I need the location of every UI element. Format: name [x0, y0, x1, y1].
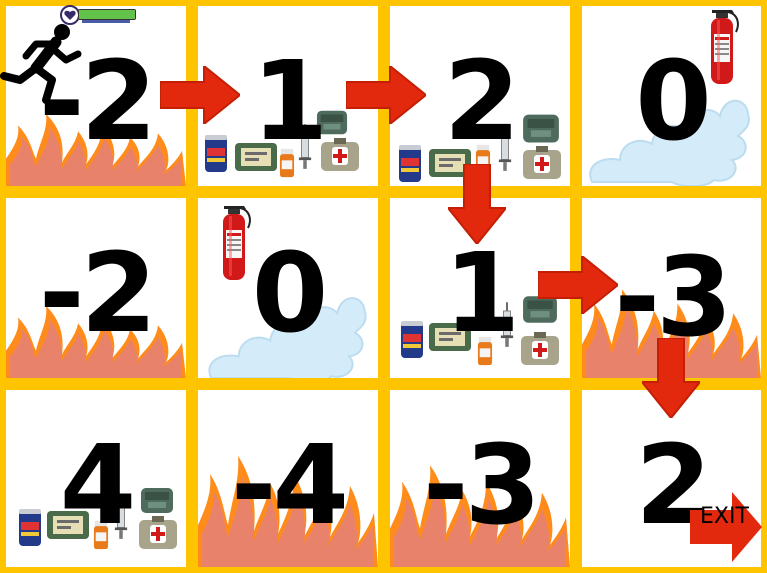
health-bar-shadow — [82, 20, 130, 23]
path-arrow-right — [346, 66, 426, 124]
path-arrow-right — [538, 256, 618, 314]
exit-sign[interactable]: EXIT — [690, 492, 762, 562]
cell-value: -3 — [422, 421, 541, 549]
path-arrow-down — [642, 338, 700, 418]
path-arrow-right — [160, 66, 240, 124]
health-meter — [60, 5, 136, 25]
fire-extinguisher-icon — [214, 204, 254, 284]
cell-value: -2 — [38, 229, 157, 357]
grid-cell-r2c2[interactable]: 0 — [198, 198, 378, 378]
exit-label: EXIT — [700, 504, 749, 529]
grid-cell-r2c1[interactable]: -2 — [6, 198, 186, 378]
grid-cell-r3c3[interactable]: -3 — [390, 390, 570, 567]
grid-cell-r3c1[interactable]: 4 — [6, 390, 186, 567]
cell-value: 4 — [59, 421, 137, 549]
grid-cell-r3c2[interactable]: -4 — [198, 390, 378, 567]
health-bar-fill — [79, 10, 135, 19]
path-arrow-down — [448, 164, 506, 244]
cell-value: -4 — [230, 421, 349, 549]
health-bar — [78, 9, 136, 20]
fire-extinguisher-icon — [702, 8, 742, 88]
running-person-icon — [0, 24, 82, 104]
heart-icon — [60, 5, 80, 25]
grid-cell-r1c4[interactable]: 0 — [582, 6, 761, 186]
